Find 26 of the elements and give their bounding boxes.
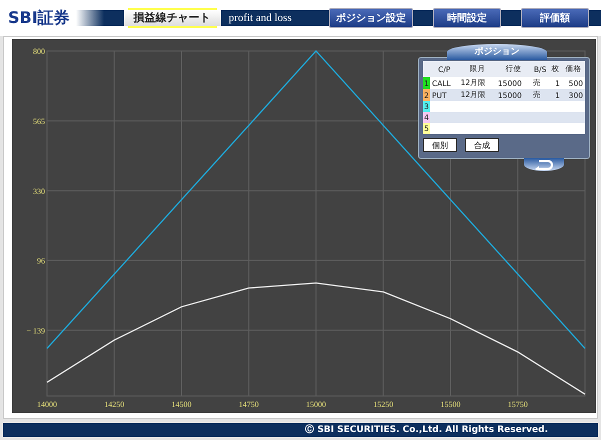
panel-button[interactable]: 合成 [465,138,499,152]
copyright: Ⓒ SBI SECURITIES. Co.,Ltd. All Rights Reserved. [305,425,548,435]
stripe-decoration [76,10,104,26]
y-axis-label: 96 [37,256,45,266]
header-button[interactable]: 時間設定 [433,8,501,28]
return-tab[interactable] [524,158,564,171]
x-axis-label: 15500 [440,400,460,409]
return-icon [535,160,553,170]
y-axis-label: 800 [33,47,45,56]
panel-button[interactable]: 個別 [423,138,457,152]
y-axis-label: − 139 [26,326,45,336]
x-axis-label: 15750 [508,400,528,409]
x-axis-label: 15250 [373,400,394,409]
chart-tab[interactable]: 損益線チャート [124,10,221,26]
header-button[interactable]: ポジション設定 [329,8,413,28]
header-button[interactable]: 評価額 [521,8,589,28]
logo: SBI証券 [8,8,70,28]
y-axis-label: 565 [33,116,45,126]
y-axis-label: 330 [33,186,45,196]
panel-title: ポジション [447,44,547,60]
x-axis-label: 15000 [306,400,326,409]
x-axis-label: 14750 [238,400,259,409]
x-axis-label: 14500 [172,400,192,409]
subtitle: profit and loss [228,12,292,24]
x-axis-label: 14000 [37,400,57,409]
x-axis-label: 14250 [104,400,124,409]
